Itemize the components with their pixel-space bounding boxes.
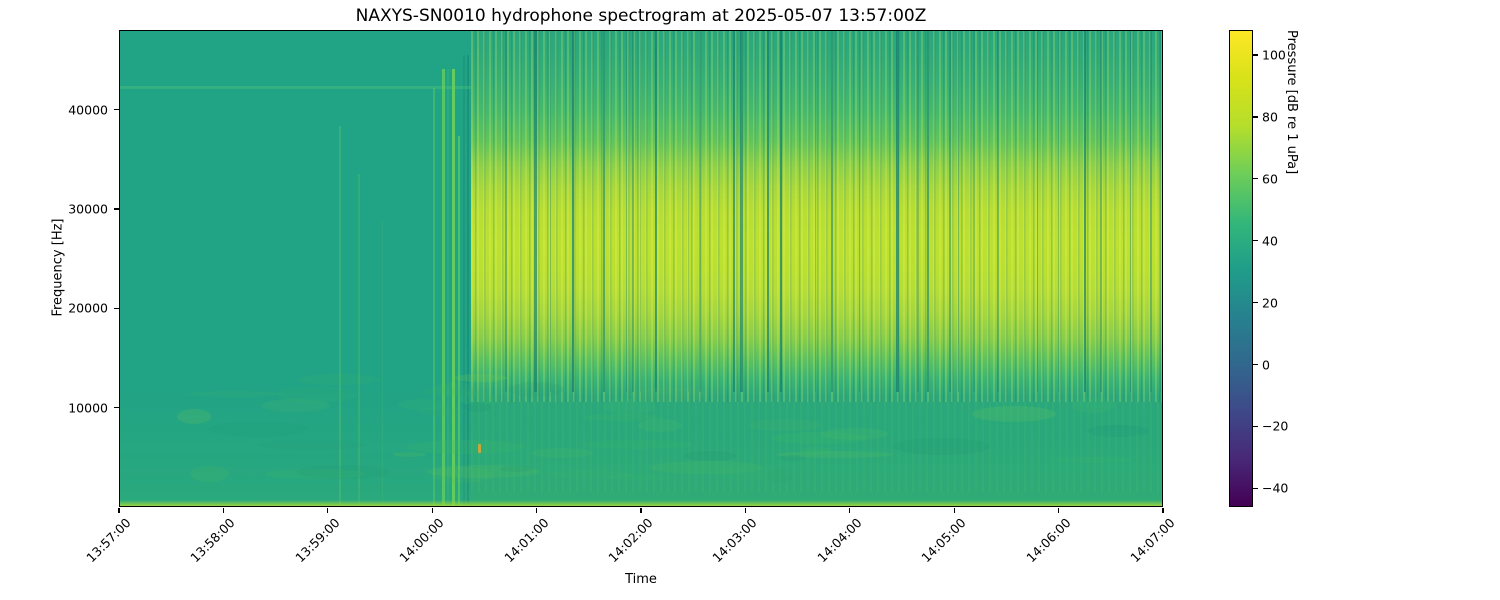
x-tick-label: 14:00:00 [396,515,447,566]
loud-fine-stripes-dark [471,31,1162,402]
x-tick [536,508,538,513]
colorbar-tick [1253,302,1258,304]
x-tick-label: 14:07:00 [1127,515,1178,566]
dropout-line [699,31,701,392]
bottom-edge-band [120,500,1162,506]
spectrogram-figure: NAXYS-SN0010 hydrophone spectrogram at 2… [0,0,1500,600]
dropout-line [534,31,537,392]
x-tick [744,508,747,513]
dropout-line [571,31,575,392]
colorbar-tick [1253,240,1258,242]
dropout-line [1129,31,1132,392]
colorbar-tick [1253,487,1258,490]
plot-area [119,30,1163,507]
dropout-line [997,31,999,392]
colorbar-tick [1253,116,1258,118]
dropout-line [687,31,689,392]
y-axis-label: Frequency [Hz] [50,218,66,317]
dropout-line [814,31,817,392]
dropout-line [549,31,551,392]
x-tick-label: 13:58:00 [187,515,238,566]
x-tick [849,508,851,513]
x-tick [327,508,329,513]
x-tick-label: 14:03:00 [709,515,760,566]
x-tick-label: 14:06:00 [1022,515,1074,566]
colorbar-tick-label: 0 [1262,357,1270,373]
x-tick-label: 14:02:00 [605,515,656,566]
texture-blob [297,374,379,385]
dropout-line [625,31,628,392]
dropout-line [1159,31,1162,392]
x-axis-label: Time [625,572,657,587]
dropout-line [917,31,919,392]
colorbar-tick-label: 40 [1262,233,1278,249]
dropout-line [766,31,769,392]
dropout-line [505,31,507,392]
x-tick [431,508,433,513]
x-tick-label: 14:04:00 [814,515,865,566]
dropout-line [926,31,930,392]
dropout-line [949,31,951,392]
dropout-line [830,31,833,392]
dropout-line [896,31,899,392]
y-tick [114,407,119,409]
x-tick [1058,508,1060,513]
dropout-line [1083,31,1087,392]
dropout-line [740,31,743,392]
dropout-line [632,31,634,392]
dropout-line [779,31,783,392]
y-tick [114,109,119,111]
dropout-line [654,31,658,392]
x-tick [953,508,955,513]
colorbar-label: Pressure [dB re 1 uPa] [1284,30,1299,175]
x-tick-label: 14:01:00 [500,515,552,566]
colorbar-tick [1253,178,1258,180]
dropout-line [1036,31,1039,392]
dropout-line [1100,31,1102,392]
y-tick [114,307,119,310]
x-tick [1162,508,1164,513]
x-tick-label: 13:59:00 [292,515,343,566]
dropout-line [602,31,606,392]
dropout-line [1150,31,1152,392]
low-frequency-wash [120,386,1162,506]
y-tick [114,208,119,210]
x-tick [118,508,120,513]
dropout-line [1057,31,1060,392]
colorbar-tick [1253,364,1258,366]
colorbar-tick [1253,54,1258,56]
colorbar-tick-label: 60 [1262,171,1278,187]
transient-chirp-mark [478,444,481,453]
dropout-line [957,31,960,392]
colorbar-tick-label: 20 [1262,295,1278,311]
colorbar-tick-label: 80 [1262,109,1278,125]
dropout-line [973,31,975,392]
colorbar-tick-label: 100 [1262,47,1286,63]
y-tick-label: 40000 [68,102,108,117]
dropout-line [639,31,642,392]
x-tick-label: 13:57:00 [83,515,134,566]
chart-title: NAXYS-SN0010 hydrophone spectrogram at 2… [355,6,927,26]
y-tick-label: 10000 [68,400,108,416]
colorbar-tick [1253,425,1258,428]
texture-blob [454,374,507,382]
faint-tonal-line [120,86,471,89]
x-tick-label: 14:05:00 [918,515,969,566]
x-tick [222,508,225,513]
x-tick [640,508,642,513]
dropout-line [732,31,736,392]
dropout-line [858,31,861,392]
colorbar [1229,30,1253,507]
